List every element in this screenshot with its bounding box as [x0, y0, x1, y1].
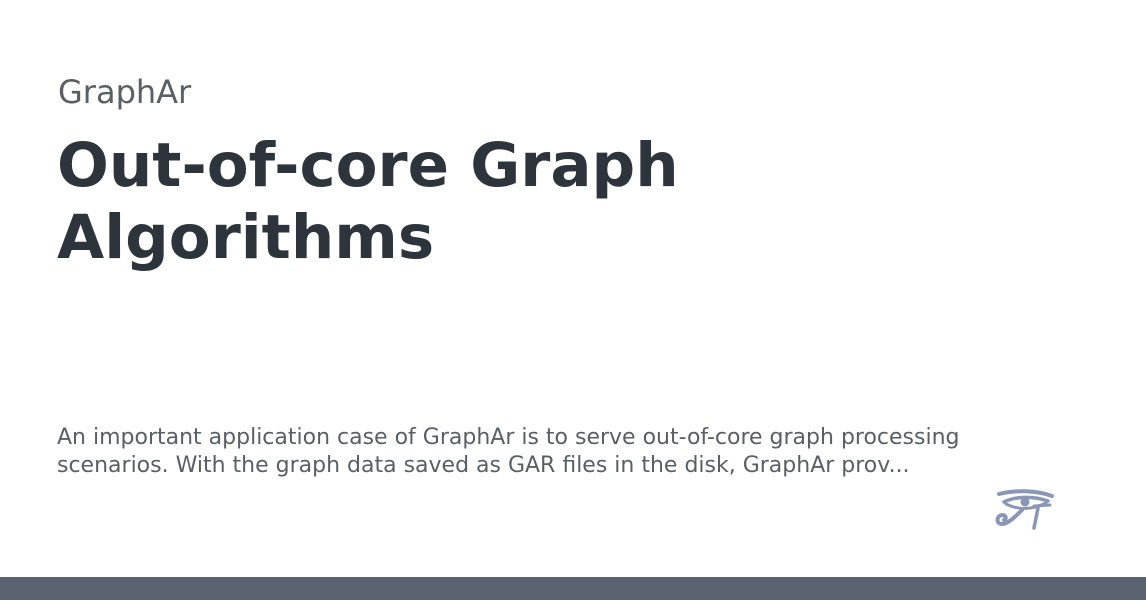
page-title: Out-of-core Graph Algorithms — [57, 130, 679, 273]
social-card: GraphAr Out-of-core Graph Algorithms An … — [0, 0, 1146, 600]
eye-of-horus-icon — [994, 488, 1058, 534]
site-name: GraphAr — [58, 73, 192, 111]
bottom-accent-bar — [0, 577, 1146, 600]
page-description: An important application case of GraphAr… — [57, 425, 960, 478]
